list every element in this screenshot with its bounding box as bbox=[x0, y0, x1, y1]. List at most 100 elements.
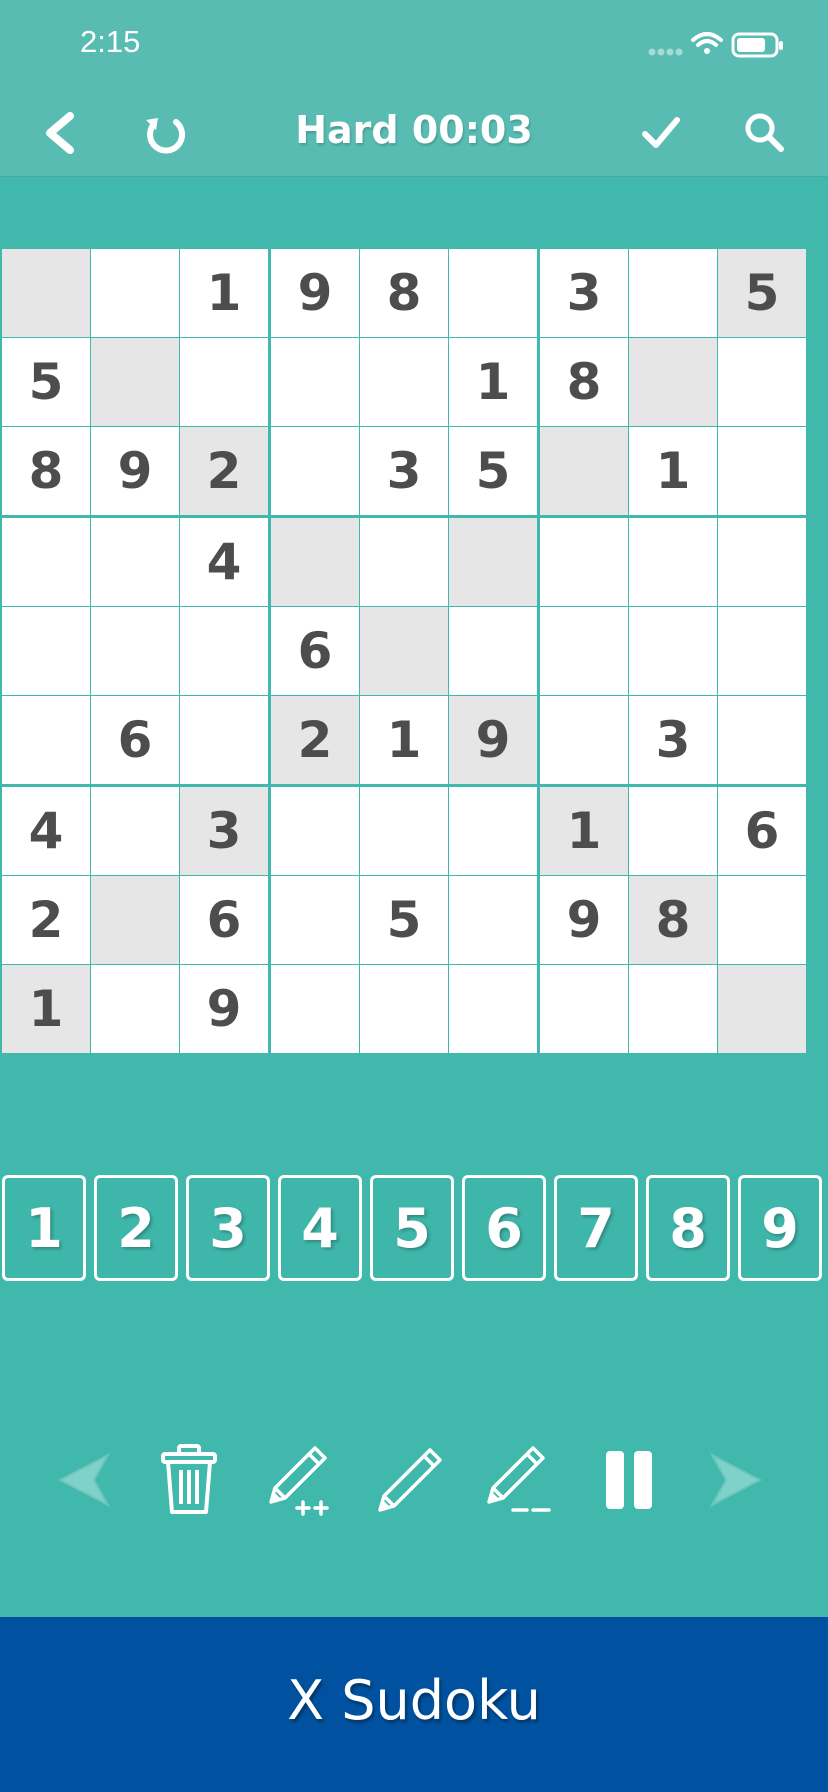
number-key-3[interactable]: 3 bbox=[186, 1175, 270, 1281]
sudoku-cell[interactable] bbox=[360, 965, 448, 1053]
sudoku-cell[interactable] bbox=[629, 518, 717, 606]
redo-button[interactable] bbox=[700, 1440, 780, 1520]
sudoku-cell[interactable]: 9 bbox=[540, 876, 628, 964]
sudoku-cell[interactable] bbox=[180, 696, 268, 784]
sudoku-cell[interactable] bbox=[271, 787, 359, 875]
check-button[interactable] bbox=[636, 108, 686, 158]
number-key-7[interactable]: 7 bbox=[554, 1175, 638, 1281]
sudoku-cell[interactable] bbox=[718, 876, 806, 964]
sudoku-cell[interactable]: 8 bbox=[629, 876, 717, 964]
sudoku-cell[interactable] bbox=[91, 965, 179, 1053]
sudoku-cell[interactable] bbox=[180, 607, 268, 695]
sudoku-cell[interactable] bbox=[449, 249, 537, 337]
number-key-8[interactable]: 8 bbox=[646, 1175, 730, 1281]
sudoku-cell[interactable] bbox=[718, 696, 806, 784]
sudoku-cell[interactable]: 9 bbox=[180, 965, 268, 1053]
sudoku-cell[interactable]: 4 bbox=[2, 787, 90, 875]
sudoku-cell[interactable]: 9 bbox=[91, 427, 179, 515]
sudoku-cell[interactable]: 1 bbox=[629, 427, 717, 515]
sudoku-cell[interactable]: 5 bbox=[2, 338, 90, 426]
sudoku-cell[interactable]: 5 bbox=[360, 876, 448, 964]
sudoku-cell[interactable] bbox=[449, 876, 537, 964]
delete-button[interactable] bbox=[149, 1440, 229, 1520]
sudoku-cell[interactable] bbox=[629, 249, 717, 337]
sudoku-cell[interactable]: 3 bbox=[360, 427, 448, 515]
pencil-icon bbox=[378, 1448, 442, 1512]
search-button[interactable] bbox=[740, 108, 790, 158]
sudoku-cell[interactable] bbox=[2, 607, 90, 695]
sudoku-cell[interactable] bbox=[540, 518, 628, 606]
sudoku-cell[interactable] bbox=[271, 965, 359, 1053]
sudoku-cell[interactable]: 8 bbox=[360, 249, 448, 337]
sudoku-cell[interactable]: 9 bbox=[271, 249, 359, 337]
erase-notes-button[interactable] bbox=[481, 1440, 561, 1520]
sudoku-cell[interactable] bbox=[91, 518, 179, 606]
sudoku-cell[interactable] bbox=[629, 338, 717, 426]
sudoku-cell[interactable]: 1 bbox=[540, 787, 628, 875]
pause-button[interactable] bbox=[589, 1440, 669, 1520]
sudoku-cell[interactable]: 1 bbox=[2, 965, 90, 1053]
sudoku-cell[interactable]: 5 bbox=[449, 427, 537, 515]
sudoku-cell[interactable] bbox=[718, 518, 806, 606]
undo-button[interactable] bbox=[40, 1440, 120, 1520]
number-key-6[interactable]: 6 bbox=[462, 1175, 546, 1281]
sudoku-cell[interactable] bbox=[91, 338, 179, 426]
sudoku-cell[interactable]: 3 bbox=[629, 696, 717, 784]
sudoku-cell[interactable]: 8 bbox=[540, 338, 628, 426]
sudoku-cell[interactable] bbox=[2, 249, 90, 337]
sudoku-cell[interactable]: 1 bbox=[449, 338, 537, 426]
sudoku-cell[interactable] bbox=[718, 338, 806, 426]
sudoku-cell[interactable] bbox=[360, 787, 448, 875]
sudoku-cell[interactable] bbox=[360, 607, 448, 695]
number-key-4[interactable]: 4 bbox=[278, 1175, 362, 1281]
sudoku-cell[interactable] bbox=[718, 607, 806, 695]
sudoku-cell[interactable] bbox=[449, 518, 537, 606]
sudoku-cell[interactable] bbox=[180, 338, 268, 426]
sudoku-cell[interactable]: 5 bbox=[718, 249, 806, 337]
sudoku-cell[interactable]: 1 bbox=[180, 249, 268, 337]
sudoku-cell[interactable] bbox=[540, 427, 628, 515]
sudoku-cell[interactable] bbox=[629, 607, 717, 695]
sudoku-cell[interactable] bbox=[629, 787, 717, 875]
sudoku-cell[interactable]: 6 bbox=[718, 787, 806, 875]
sudoku-cell[interactable]: 3 bbox=[540, 249, 628, 337]
sudoku-cell[interactable] bbox=[271, 876, 359, 964]
sudoku-cell[interactable]: 6 bbox=[271, 607, 359, 695]
sudoku-cell[interactable]: 6 bbox=[180, 876, 268, 964]
sudoku-cell[interactable] bbox=[271, 518, 359, 606]
sudoku-cell[interactable] bbox=[360, 518, 448, 606]
notes-all-button[interactable] bbox=[263, 1440, 343, 1520]
sudoku-cell[interactable]: 9 bbox=[449, 696, 537, 784]
number-key-1[interactable]: 1 bbox=[2, 1175, 86, 1281]
sudoku-cell[interactable]: 2 bbox=[2, 876, 90, 964]
sudoku-cell[interactable] bbox=[449, 787, 537, 875]
sudoku-cell[interactable] bbox=[271, 427, 359, 515]
sudoku-cell[interactable]: 2 bbox=[271, 696, 359, 784]
sudoku-cell[interactable]: 3 bbox=[180, 787, 268, 875]
sudoku-cell[interactable] bbox=[360, 338, 448, 426]
sudoku-cell[interactable] bbox=[540, 696, 628, 784]
sudoku-cell[interactable]: 8 bbox=[2, 427, 90, 515]
sudoku-cell[interactable] bbox=[449, 965, 537, 1053]
sudoku-cell[interactable] bbox=[2, 518, 90, 606]
sudoku-cell[interactable] bbox=[540, 965, 628, 1053]
number-key-2[interactable]: 2 bbox=[94, 1175, 178, 1281]
sudoku-cell[interactable] bbox=[540, 607, 628, 695]
sudoku-cell[interactable]: 4 bbox=[180, 518, 268, 606]
sudoku-cell[interactable] bbox=[449, 607, 537, 695]
sudoku-cell[interactable] bbox=[91, 607, 179, 695]
number-key-5[interactable]: 5 bbox=[370, 1175, 454, 1281]
sudoku-cell[interactable] bbox=[271, 338, 359, 426]
sudoku-cell[interactable]: 2 bbox=[180, 427, 268, 515]
sudoku-cell[interactable] bbox=[2, 696, 90, 784]
sudoku-cell[interactable]: 6 bbox=[91, 696, 179, 784]
sudoku-cell[interactable]: 1 bbox=[360, 696, 448, 784]
sudoku-cell[interactable] bbox=[718, 427, 806, 515]
number-key-9[interactable]: 9 bbox=[738, 1175, 822, 1281]
sudoku-cell[interactable] bbox=[91, 249, 179, 337]
sudoku-cell[interactable] bbox=[718, 965, 806, 1053]
sudoku-cell[interactable] bbox=[91, 787, 179, 875]
pencil-button[interactable] bbox=[372, 1440, 452, 1520]
sudoku-cell[interactable] bbox=[91, 876, 179, 964]
sudoku-cell[interactable] bbox=[629, 965, 717, 1053]
